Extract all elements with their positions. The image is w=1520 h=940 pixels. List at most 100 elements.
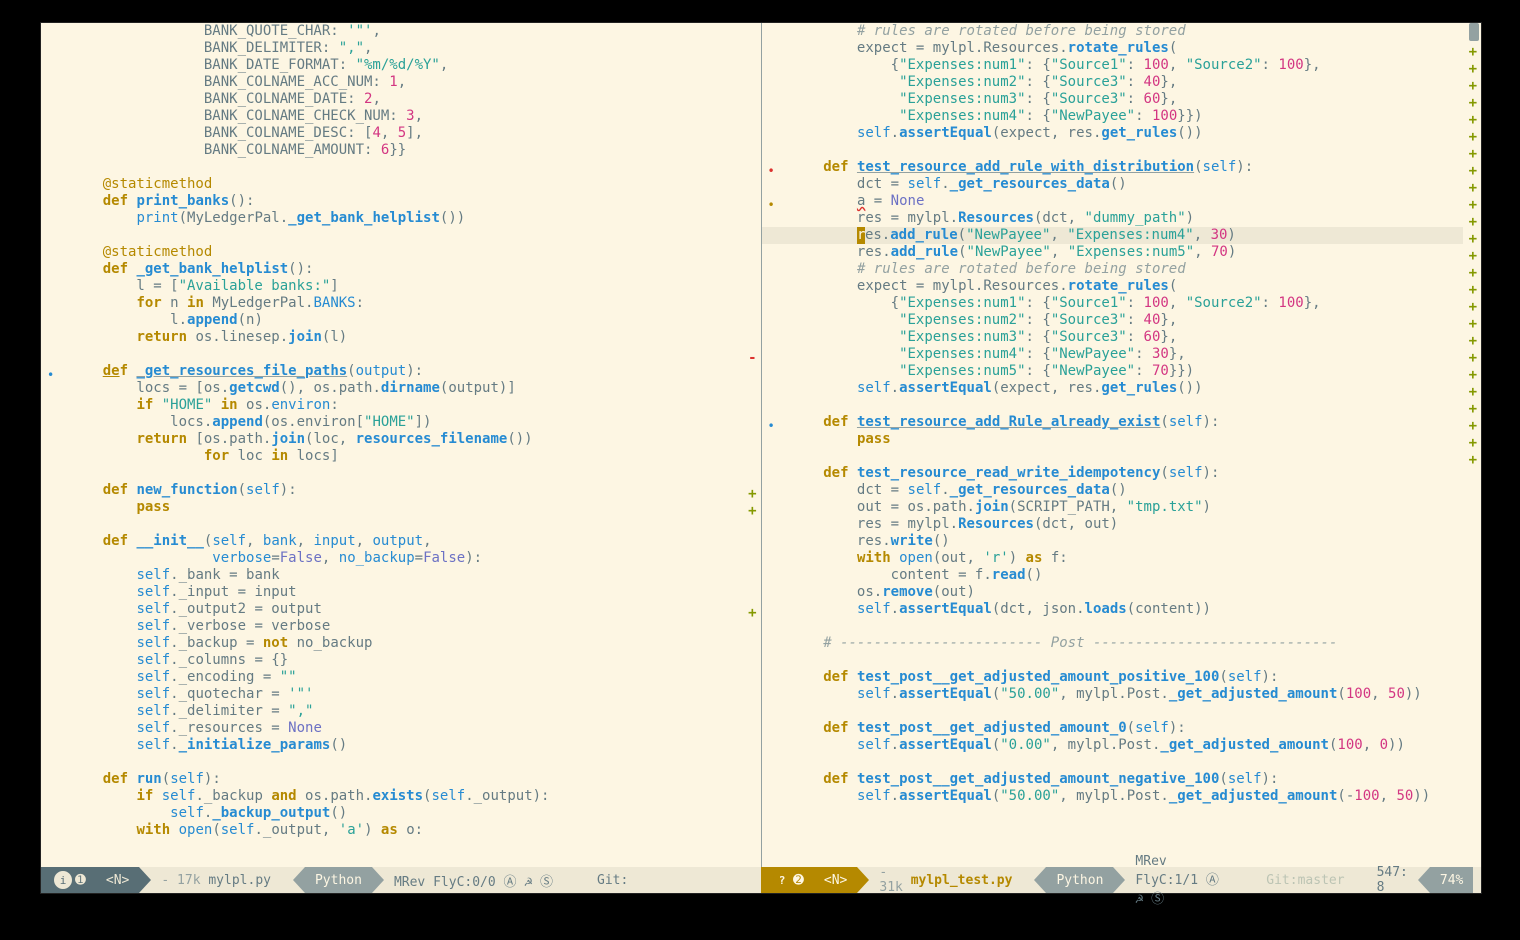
code-line[interactable]: BANK_COLNAME_ACC_NUM: 1,: [69, 74, 743, 91]
minor-modes[interactable]: MRev FlyC:1/1 Ⓐ ☭ Ⓢ: [1125, 867, 1232, 893]
code-line[interactable]: expect = mylpl.Resources.rotate_rules(: [790, 40, 1464, 57]
code-line[interactable]: dct = self._get_resources_data(): [790, 176, 1464, 193]
code-line[interactable]: # ------------------------ Post --------…: [790, 635, 1464, 652]
code-line[interactable]: expect = mylpl.Resources.rotate_rules(: [790, 278, 1464, 295]
code-line[interactable]: self._initialize_params(): [69, 737, 743, 754]
code-line[interactable]: [69, 346, 743, 363]
code-line[interactable]: self._quotechar = '"': [69, 686, 743, 703]
code-line[interactable]: self._backup_output(): [69, 805, 743, 822]
code-line[interactable]: self._backup = not no_backup: [69, 635, 743, 652]
code-line[interactable]: [790, 703, 1464, 720]
code-line[interactable]: "Expenses:num4": {"NewPayee": 100}}): [790, 108, 1464, 125]
code-line[interactable]: os.remove(out): [790, 584, 1464, 601]
code-line[interactable]: @staticmethod: [69, 176, 743, 193]
code-line[interactable]: def __init__(self, bank, input, output,: [69, 533, 743, 550]
code-line[interactable]: verbose=False, no_backup=False):: [69, 550, 743, 567]
code-line[interactable]: pass: [790, 431, 1464, 448]
right-code-area[interactable]: # rules are rotated before being stored …: [790, 23, 1464, 805]
code-line[interactable]: self.assertEqual("50.00", mylpl.Post._ge…: [790, 686, 1464, 703]
code-line[interactable]: [69, 754, 743, 771]
code-line[interactable]: def _get_bank_helplist():: [69, 261, 743, 278]
code-line[interactable]: BANK_COLNAME_AMOUNT: 6}}: [69, 142, 743, 159]
code-line[interactable]: res = mylpl.Resources(dct, "dummy_path"): [790, 210, 1464, 227]
code-line[interactable]: l = ["Available banks:"]: [69, 278, 743, 295]
code-line[interactable]: return [os.path.join(loc, resources_file…: [69, 431, 743, 448]
code-line[interactable]: @staticmethod: [69, 244, 743, 261]
code-line[interactable]: [69, 465, 743, 482]
code-line[interactable]: {"Expenses:num1": {"Source1": 100, "Sour…: [790, 57, 1464, 74]
code-line[interactable]: self._output2 = output: [69, 601, 743, 618]
code-line[interactable]: self._encoding = "": [69, 669, 743, 686]
code-line[interactable]: dct = self._get_resources_data(): [790, 482, 1464, 499]
code-line[interactable]: {"Expenses:num1": {"Source1": 100, "Sour…: [790, 295, 1464, 312]
code-line[interactable]: self._resources = None: [69, 720, 743, 737]
code-line[interactable]: self._input = input: [69, 584, 743, 601]
code-line[interactable]: content = f.read(): [790, 567, 1464, 584]
code-line[interactable]: locs = [os.getcwd(), os.path.dirname(out…: [69, 380, 743, 397]
code-line[interactable]: res.add_rule("NewPayee", "Expenses:num4"…: [762, 227, 1482, 244]
code-line[interactable]: self.assertEqual(expect, res.get_rules()…: [790, 380, 1464, 397]
code-line[interactable]: self.assertEqual("50.00", mylpl.Post._ge…: [790, 788, 1464, 805]
code-line[interactable]: [790, 618, 1464, 635]
left-code-area[interactable]: BANK_QUOTE_CHAR: '"', BANK_DELIMITER: ",…: [69, 23, 743, 839]
code-line[interactable]: res.write(): [790, 533, 1464, 550]
code-line[interactable]: out = os.path.join(SCRIPT_PATH, "tmp.txt…: [790, 499, 1464, 516]
left-modeline[interactable]: i ➊ <N> - 17k mylpl.py Python MRev FlyC:…: [41, 867, 761, 893]
code-line[interactable]: [69, 159, 743, 176]
code-line[interactable]: "Expenses:num3": {"Source3": 60},: [790, 329, 1464, 346]
code-line[interactable]: def test_post__get_adjusted_amount_negat…: [790, 771, 1464, 788]
code-line[interactable]: BANK_DELIMITER: ",",: [69, 40, 743, 57]
code-line[interactable]: BANK_QUOTE_CHAR: '"',: [69, 23, 743, 40]
code-line[interactable]: BANK_DATE_FORMAT: "%m/%d/%Y",: [69, 57, 743, 74]
code-line[interactable]: BANK_COLNAME_DATE: 2,: [69, 91, 743, 108]
code-line[interactable]: def test_resource_add_Rule_already_exist…: [790, 414, 1464, 431]
code-line[interactable]: def run(self):: [69, 771, 743, 788]
code-line[interactable]: "Expenses:num2": {"Source3": 40},: [790, 74, 1464, 91]
code-line[interactable]: "Expenses:num2": {"Source3": 40},: [790, 312, 1464, 329]
code-line[interactable]: def test_post__get_adjusted_amount_posit…: [790, 669, 1464, 686]
code-line[interactable]: if "HOME" in os.environ:: [69, 397, 743, 414]
code-line[interactable]: self._columns = {}: [69, 652, 743, 669]
code-line[interactable]: a = None: [790, 193, 1464, 210]
code-line[interactable]: with open(out, 'r') as f:: [790, 550, 1464, 567]
scrollbar-thumb[interactable]: [1469, 23, 1479, 41]
code-line[interactable]: locs.append(os.environ["HOME"]): [69, 414, 743, 431]
code-line[interactable]: for n in MyLedgerPal.BANKS:: [69, 295, 743, 312]
code-line[interactable]: pass: [69, 499, 743, 516]
major-mode[interactable]: Python: [1046, 867, 1113, 893]
code-line[interactable]: [790, 142, 1464, 159]
code-line[interactable]: return os.linesep.join(l): [69, 329, 743, 346]
code-line[interactable]: if self._backup and os.path.exists(self.…: [69, 788, 743, 805]
code-line[interactable]: l.append(n): [69, 312, 743, 329]
code-line[interactable]: "Expenses:num5": {"NewPayee": 70}}): [790, 363, 1464, 380]
code-line[interactable]: BANK_COLNAME_CHECK_NUM: 3,: [69, 108, 743, 125]
right-modeline[interactable]: ? ➋ <N> - 31k mylpl_test.py Python MRev …: [761, 867, 1481, 893]
code-line[interactable]: "Expenses:num3": {"Source3": 60},: [790, 91, 1464, 108]
code-line[interactable]: self._verbose = verbose: [69, 618, 743, 635]
code-line[interactable]: res = mylpl.Resources(dct, out): [790, 516, 1464, 533]
code-line[interactable]: self.assertEqual("0.00", mylpl.Post._get…: [790, 737, 1464, 754]
code-line[interactable]: [790, 754, 1464, 771]
code-line[interactable]: res.add_rule("NewPayee", "Expenses:num5"…: [790, 244, 1464, 261]
code-line[interactable]: "Expenses:num4": {"NewPayee": 30},: [790, 346, 1464, 363]
code-line[interactable]: def _get_resources_file_paths(output):: [69, 363, 743, 380]
code-line[interactable]: [69, 516, 743, 533]
code-line[interactable]: print(MyLedgerPal._get_bank_helplist()): [69, 210, 743, 227]
code-line[interactable]: def print_banks():: [69, 193, 743, 210]
right-scrollbar[interactable]: [1469, 23, 1479, 867]
code-line[interactable]: def test_resource_read_write_idempotency…: [790, 465, 1464, 482]
right-pane[interactable]: ••• # rules are rotated before being sto…: [761, 23, 1482, 867]
major-mode[interactable]: Python: [305, 867, 372, 893]
code-line[interactable]: def test_resource_add_rule_with_distribu…: [790, 159, 1464, 176]
code-line[interactable]: self._bank = bank: [69, 567, 743, 584]
code-line[interactable]: # rules are rotated before being stored: [790, 23, 1464, 40]
code-line[interactable]: [69, 227, 743, 244]
code-line[interactable]: [790, 652, 1464, 669]
code-line[interactable]: [790, 448, 1464, 465]
code-line[interactable]: [790, 397, 1464, 414]
code-line[interactable]: for loc in locs]: [69, 448, 743, 465]
code-line[interactable]: BANK_COLNAME_DESC: [4, 5],: [69, 125, 743, 142]
minor-modes[interactable]: MRev FlyC:0/0 Ⓐ ☭ Ⓢ: [384, 867, 563, 893]
code-line[interactable]: self.assertEqual(dct, json.loads(content…: [790, 601, 1464, 618]
code-line[interactable]: # rules are rotated before being stored: [790, 261, 1464, 278]
